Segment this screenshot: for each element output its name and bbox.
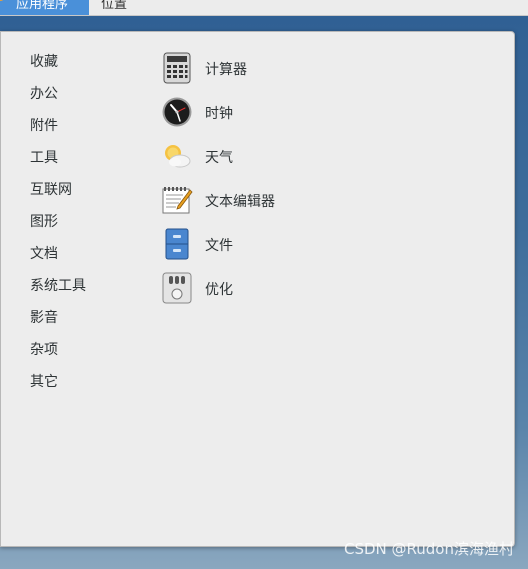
app-text-editor[interactable]: 文本编辑器	[161, 184, 341, 218]
category-system-tools[interactable]: 系统工具	[30, 276, 86, 296]
places-menu[interactable]: 位置	[93, 0, 135, 15]
category-internet[interactable]: 互联网	[30, 180, 72, 200]
app-tweaks[interactable]: 优化	[161, 272, 341, 306]
applications-logo-icon	[0, 0, 6, 1]
app-label: 文件	[205, 238, 233, 254]
applications-panel: 收藏 办公 附件 工具 互联网 图形 文档 系统工具 影音 杂项 其它 计算器	[0, 31, 515, 547]
files-icon	[165, 228, 189, 260]
category-sound-video[interactable]: 影音	[30, 308, 58, 328]
weather-icon	[165, 145, 191, 168]
app-label: 时钟	[205, 106, 233, 122]
text-editor-icon	[162, 187, 193, 214]
app-calculator[interactable]: 计算器	[161, 52, 341, 86]
tweaks-icon	[162, 272, 192, 304]
category-favorites[interactable]: 收藏	[30, 52, 58, 72]
watermark: CSDN @Rudon滨海渔村	[344, 540, 514, 558]
applications-menu-label: 应用程序	[16, 0, 69, 12]
clock-icon	[162, 97, 192, 127]
category-other[interactable]: 其它	[30, 372, 58, 392]
category-documents[interactable]: 文档	[30, 244, 58, 264]
app-clock[interactable]: 时钟	[161, 96, 341, 130]
app-label: 计算器	[205, 62, 247, 78]
calculator-icon	[163, 52, 191, 84]
category-graphics[interactable]: 图形	[30, 212, 58, 232]
app-label: 文本编辑器	[205, 194, 275, 210]
app-weather[interactable]: 天气	[161, 140, 341, 174]
top-bar: 应用程序 位置	[0, 0, 528, 16]
app-label: 天气	[205, 150, 233, 166]
applications-menu[interactable]: 应用程序	[0, 0, 89, 15]
category-utilities[interactable]: 工具	[30, 148, 58, 168]
app-files[interactable]: 文件	[161, 228, 341, 262]
app-label: 优化	[205, 282, 233, 298]
category-sundry[interactable]: 杂项	[30, 340, 58, 360]
category-accessories[interactable]: 附件	[30, 116, 58, 136]
category-office[interactable]: 办公	[30, 84, 58, 104]
